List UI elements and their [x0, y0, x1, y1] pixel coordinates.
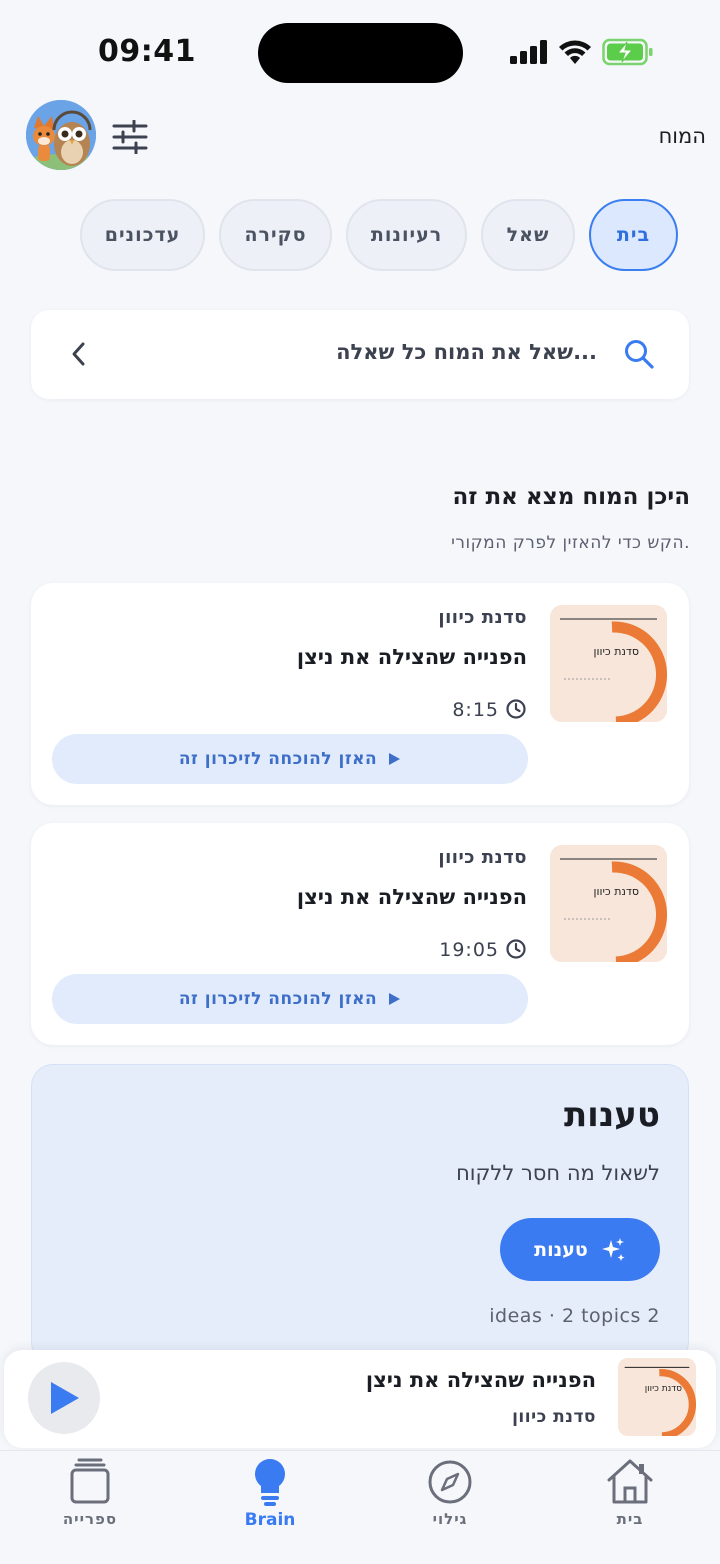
library-icon	[70, 1458, 110, 1504]
timestamp: 19:05	[439, 939, 499, 961]
episode-thumbnail: סדנת כיוון	[550, 845, 667, 962]
claims-title: טענות	[563, 1095, 660, 1135]
claims-button[interactable]: טענות	[500, 1218, 660, 1281]
show-name: סדנת כיוון	[438, 847, 527, 868]
player-show: סדנת כיוון	[512, 1407, 596, 1427]
status-time: 09:41	[98, 34, 196, 69]
play-icon	[51, 1382, 79, 1414]
nav-label: ספרייה	[62, 1510, 118, 1528]
chevron-left-icon[interactable]	[69, 341, 89, 367]
claims-meta: ideas · 2 topics 2	[489, 1305, 660, 1327]
mini-player[interactable]: סדנת כיוון הפנייה שהצילה את ניצן סדנת כי…	[4, 1350, 716, 1448]
thumbnail-text: סדנת כיוון	[593, 885, 639, 898]
nav-library[interactable]: ספרייה	[20, 1451, 160, 1564]
episode-title: הפנייה שהצילה את ניצן	[296, 885, 527, 909]
player-title: הפנייה שהצילה את ניצן	[365, 1368, 596, 1392]
wifi-icon	[559, 40, 591, 64]
compass-icon	[428, 1460, 472, 1504]
listen-proof-button[interactable]: האזן להוכחה לזיכרון זה	[52, 734, 528, 784]
tab-home[interactable]: בית	[589, 199, 678, 271]
episode-thumbnail: סדנת כיוון	[550, 605, 667, 722]
tab-review[interactable]: סקירה	[219, 199, 332, 271]
avatar-fox-owl-icon	[26, 100, 96, 170]
nav-brain[interactable]: Brain	[200, 1451, 340, 1564]
timestamp: 8:15	[452, 699, 499, 721]
listen-proof-button[interactable]: האזן להוכחה לזיכרון זה	[52, 974, 528, 1024]
claims-card: טענות לשאול מה חסר ללקוח טענות ideas · 2…	[31, 1064, 689, 1364]
avatar[interactable]	[26, 100, 96, 170]
result-card[interactable]: סדנת כיוון סדנת כיוון הפנייה שהצילה את נ…	[31, 583, 689, 805]
search-bar[interactable]: שאל את המוח כל שאלה...	[31, 310, 689, 399]
filter-sliders-icon[interactable]	[112, 120, 148, 154]
thumbnail-text: סדנת כיוון	[644, 1384, 682, 1394]
listen-proof-label: האזן להוכחה לזיכרון זה	[178, 989, 378, 1009]
search-icon	[625, 340, 654, 369]
clock-icon	[506, 939, 526, 959]
lightbulb-icon	[255, 1459, 285, 1506]
nav-home[interactable]: בית	[560, 1451, 700, 1564]
search-input[interactable]: שאל את המוח כל שאלה...	[336, 340, 597, 364]
home-icon	[607, 1459, 653, 1504]
episode-title: הפנייה שהצילה את ניצן	[296, 645, 527, 669]
clock-icon	[506, 699, 526, 719]
play-icon	[389, 993, 401, 1005]
cellular-signal-icon	[510, 40, 547, 64]
play-icon	[389, 753, 401, 765]
nav-discover[interactable]: גילוי	[380, 1451, 520, 1564]
dynamic-island	[258, 23, 463, 83]
battery-charging-icon	[602, 38, 653, 66]
claims-button-label: טענות	[534, 1238, 588, 1261]
nav-label: Brain	[244, 1510, 296, 1530]
claims-subtitle: לשאול מה חסר ללקוח	[456, 1161, 660, 1185]
bottom-nav: ספרייה Brain גילוי בית	[0, 1450, 720, 1564]
sparkle-icon	[601, 1237, 625, 1261]
tab-updates[interactable]: עדכונים	[80, 199, 205, 271]
result-card[interactable]: סדנת כיוון סדנת כיוון הפנייה שהצילה את נ…	[31, 823, 689, 1045]
section-title: היכן המוח מצא את זה	[452, 484, 690, 510]
section-subtitle: הקש כדי להאזין לפרק המקורי.	[451, 533, 690, 553]
page-title: המוח	[658, 124, 706, 148]
nav-label: גילוי	[432, 1510, 468, 1528]
show-name: סדנת כיוון	[438, 607, 527, 628]
thumbnail-text: סדנת כיוון	[593, 645, 639, 658]
player-play-button[interactable]	[28, 1362, 100, 1434]
nav-label: בית	[616, 1510, 644, 1528]
tab-ideas[interactable]: רעיונות	[346, 199, 467, 271]
tab-bar: בית שאל רעיונות סקירה עדכונים	[76, 199, 678, 271]
listen-proof-label: האזן להוכחה לזיכרון זה	[178, 749, 378, 769]
player-thumbnail: סדנת כיוון	[618, 1358, 696, 1436]
tab-ask[interactable]: שאל	[481, 199, 575, 271]
